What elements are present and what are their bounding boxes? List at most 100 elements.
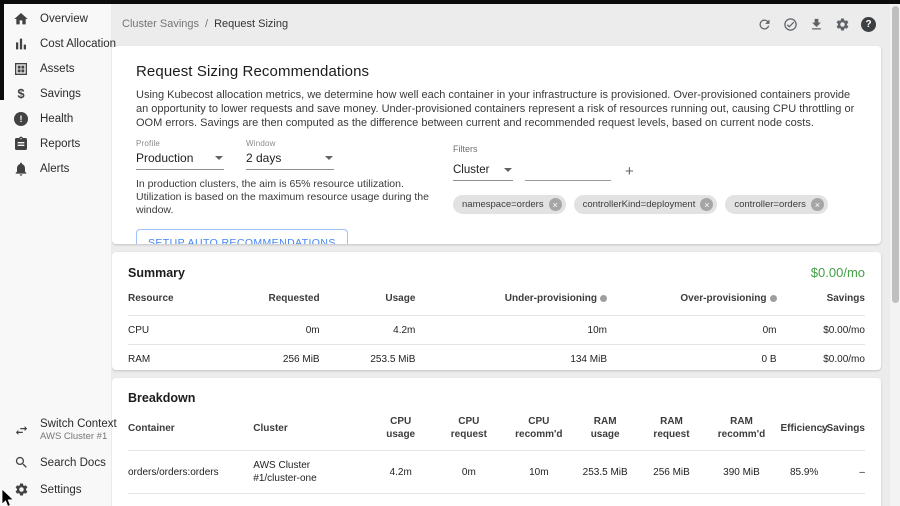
check-circle-icon[interactable]	[783, 17, 798, 32]
filter-row: Cluster +	[453, 161, 828, 181]
column-ram-request[interactable]: RAMrequest	[636, 415, 706, 441]
sidebar-item-label: Savings	[40, 88, 81, 100]
cell-usage: 4.2m	[320, 325, 416, 336]
scrollbar-track[interactable]	[890, 0, 900, 506]
sidebar-item-label: Health	[40, 113, 73, 125]
gear-icon	[13, 482, 29, 498]
info-icon[interactable]	[600, 295, 607, 302]
column-over-provisioning: Over-provisioning	[607, 293, 777, 304]
sidebar-item-savings[interactable]: $ Savings	[0, 81, 112, 106]
refresh-icon[interactable]	[757, 17, 772, 32]
cell-usage: 253.5 MiB	[320, 354, 416, 365]
breadcrumb-separator: /	[205, 18, 208, 30]
column-cpu-recommended[interactable]: CPUrecomm'd	[504, 415, 574, 441]
column-under-provisioning: Under-provisioning	[415, 293, 607, 304]
dollar-icon: $	[13, 86, 29, 102]
add-filter-button[interactable]: +	[623, 163, 636, 181]
window-top-edge	[0, 0, 900, 4]
chevron-down-icon	[215, 156, 223, 160]
column-savings: Savings	[777, 293, 865, 304]
profile-field: Profile Production	[136, 139, 224, 170]
column-cpu-usage[interactable]: CPUusage	[368, 415, 434, 441]
sort-descending-icon: ↓	[820, 423, 825, 434]
profile-select[interactable]: Production	[136, 148, 224, 170]
filters-group: Filters Cluster + namespace=orders ×	[453, 139, 828, 217]
breadcrumb: Cluster Savings / Request Sizing	[122, 18, 288, 30]
help-icon[interactable]: ?	[861, 17, 876, 32]
page-title: Request Sizing Recommendations	[136, 63, 857, 80]
window-field: Window 2 days	[246, 139, 334, 170]
window-label: Window	[246, 139, 334, 148]
sidebar-item-assets[interactable]: Assets	[0, 56, 112, 81]
info-icon[interactable]	[770, 295, 777, 302]
table-row: CPU 0m 4.2m 10m 0m $0.00/mo	[128, 315, 865, 344]
sidebar-item-cost-allocation[interactable]: Cost Allocation	[0, 31, 112, 56]
cell-ram-recommended: 390 MiB	[706, 467, 776, 478]
cell-requested: 256 MiB	[246, 354, 320, 365]
window-value: 2 days	[246, 151, 281, 165]
sidebar-item-search-docs[interactable]: Search Docs	[0, 449, 112, 476]
cell-ram-request: 256 MiB	[636, 467, 706, 478]
home-icon	[13, 11, 29, 27]
column-resource: Resource	[128, 293, 246, 304]
column-container[interactable]: Container	[128, 423, 253, 434]
bar-chart-icon	[13, 36, 29, 52]
window-left-edge	[0, 0, 4, 100]
gear-icon[interactable]	[835, 17, 850, 32]
scrollbar-thumb[interactable]	[892, 6, 899, 303]
column-cpu-request[interactable]: CPUrequest	[434, 415, 504, 441]
sidebar-item-label: Overview	[40, 13, 88, 25]
filter-field-value: Cluster	[453, 164, 489, 176]
sidebar-item-reports[interactable]: Reports	[0, 131, 112, 156]
breadcrumb-parent[interactable]: Cluster Savings	[122, 18, 199, 30]
switch-context-label: Switch Context	[40, 418, 117, 430]
table-row: RAM 256 MiB 253.5 MiB 134 MiB 0 B $0.00/…	[128, 344, 865, 370]
cell-container: orders/orders:orders	[128, 467, 253, 478]
column-usage: Usage	[320, 293, 416, 304]
error-circle-icon: !	[13, 111, 29, 127]
breakdown-title: Breakdown	[128, 391, 195, 405]
request-sizing-card: Request Sizing Recommendations Using Kub…	[112, 46, 881, 244]
bell-icon	[13, 161, 29, 177]
sidebar-item-settings[interactable]: Settings	[0, 476, 112, 503]
sidebar: Overview Cost Allocation Assets $ Saving…	[0, 0, 112, 506]
cell-cluster: AWS Cluster #1/cluster-one	[253, 459, 367, 485]
column-ram-recommended[interactable]: RAMrecomm'd	[706, 415, 776, 441]
cell-resource: RAM	[128, 354, 246, 365]
column-savings-sorted[interactable]: ↓Savings	[832, 423, 865, 434]
chip-label: controllerKind=deployment	[583, 199, 696, 210]
sidebar-item-alerts[interactable]: Alerts	[0, 156, 112, 181]
filter-chip[interactable]: namespace=orders ×	[453, 195, 566, 214]
cell-savings: –	[832, 467, 865, 478]
sidebar-item-health[interactable]: ! Health	[0, 106, 112, 131]
main-content: Cluster Savings / Request Sizing ? Reque…	[112, 0, 881, 506]
chevron-down-icon	[504, 168, 512, 172]
chip-label: controller=orders	[734, 199, 806, 210]
column-ram-usage[interactable]: RAMusage	[574, 415, 637, 441]
column-cluster[interactable]: Cluster	[253, 422, 367, 435]
swap-arrows-icon	[13, 422, 29, 438]
filter-chip[interactable]: controller=orders ×	[725, 195, 828, 214]
profile-label: Profile	[136, 139, 224, 148]
download-icon[interactable]	[809, 17, 824, 32]
filter-value-input[interactable]	[525, 163, 611, 181]
summary-title: Summary	[128, 266, 185, 280]
filter-field-select[interactable]: Cluster	[453, 161, 513, 181]
setup-auto-recommendations-button[interactable]: SETUP AUTO RECOMMENDATIONS	[136, 229, 348, 244]
remove-chip-icon[interactable]: ×	[700, 198, 713, 211]
breakdown-table-header: Container Cluster CPUusage CPUrequest CP…	[128, 405, 865, 450]
sidebar-item-overview[interactable]: Overview	[0, 6, 112, 31]
cell-resource: CPU	[128, 325, 246, 336]
sidebar-item-switch-context[interactable]: Switch Context AWS Cluster #1	[0, 411, 112, 449]
cell-efficiency: 85.9%	[776, 467, 831, 478]
window-select[interactable]: 2 days	[246, 148, 334, 170]
remove-chip-icon[interactable]: ×	[811, 198, 824, 211]
cell-cpu-usage: 4.2m	[368, 467, 434, 478]
sidebar-item-label: Alerts	[40, 163, 69, 175]
remove-chip-icon[interactable]: ×	[549, 198, 562, 211]
table-row[interactable]: orders/orders:orders AWS Cluster #1/clus…	[128, 450, 865, 494]
summary-table-header: Resource Requested Usage Under-provision…	[128, 280, 865, 315]
filter-chip[interactable]: controllerKind=deployment ×	[574, 195, 718, 214]
cell-ram-usage: 253.5 MiB	[574, 467, 637, 478]
controls-row: Profile Production Window 2 days	[136, 139, 857, 217]
